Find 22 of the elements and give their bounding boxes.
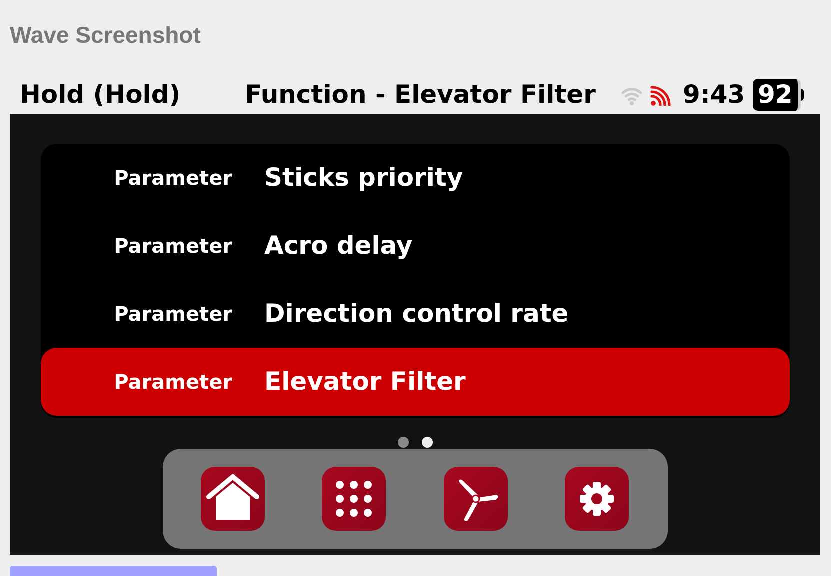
screen-title: Function - Elevator Filter (245, 79, 597, 112)
dock-button[interactable] (322, 466, 386, 531)
parameter-value: Acro delay (264, 230, 413, 262)
clock-time: 9:43 (683, 79, 746, 112)
dock-button[interactable] (444, 466, 508, 531)
battery-level: 92 (753, 78, 801, 111)
parameter-value: Sticks priority (264, 162, 464, 194)
parameter-value: Direction control rate (264, 298, 569, 330)
parameter-label: Parameter (113, 164, 234, 192)
parameter-row[interactable]: Parameter Sticks priority (40, 144, 790, 212)
dock-button[interactable] (564, 466, 629, 531)
parameter-row[interactable]: Parameter Direction control rate (40, 280, 790, 348)
parameter-label: Parameter (113, 300, 234, 328)
parameter-row[interactable]: Parameter Elevator Filter (40, 348, 790, 416)
signal-icon (649, 84, 673, 106)
parameter-value: Elevator Filter (264, 366, 466, 398)
dock-button[interactable] (201, 466, 266, 531)
mode-label: Hold (Hold) (20, 79, 182, 112)
parameter-label: Parameter (113, 232, 234, 260)
parameter-row[interactable]: Parameter Acro delay (40, 212, 790, 280)
parameter-label: Parameter (113, 368, 234, 396)
page-title: Wave Screenshot (10, 21, 201, 50)
